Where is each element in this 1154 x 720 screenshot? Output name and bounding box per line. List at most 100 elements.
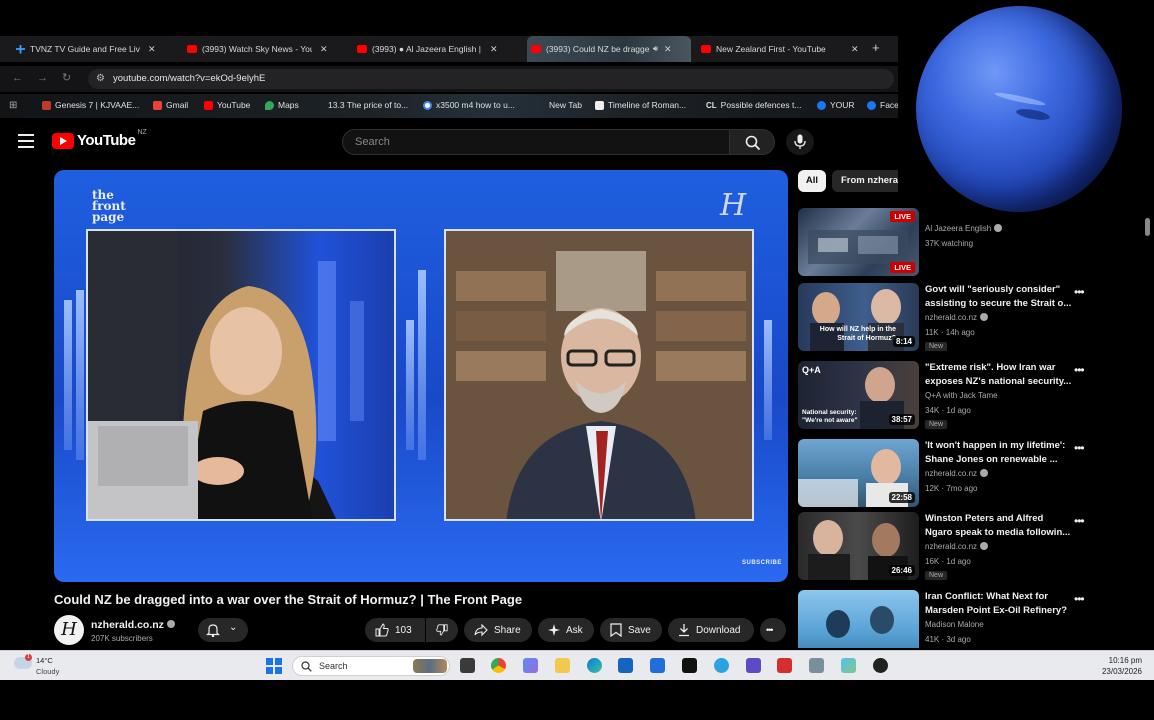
bookmark-face[interactable]: Face — [867, 100, 899, 110]
facebook-icon — [817, 100, 826, 110]
url-field[interactable]: ⚙ youtube.com/watch?v=ekOd-9elyhE — [88, 69, 894, 89]
recommendation-item[interactable]: How will NZ help in the Strait of Hormuz… — [798, 283, 1148, 353]
ask-button[interactable]: Ask — [538, 618, 594, 642]
close-tab-icon[interactable]: ✕ — [148, 44, 156, 55]
tab-could-nz-active[interactable]: (3993) Could NZ be dragge 🔊︎ ✕ — [527, 36, 691, 62]
file-explorer-icon[interactable] — [555, 658, 570, 673]
forward-icon[interactable]: → — [37, 72, 48, 84]
tab-nz-first[interactable]: New Zealand First - YouTube ✕ — [701, 36, 859, 62]
dislike-button[interactable] — [426, 618, 458, 642]
taskbar-search[interactable]: Search — [292, 656, 450, 676]
bookmark-x3500[interactable]: x3500 m4 how to u... — [423, 100, 515, 110]
bookmark-price[interactable]: 13.3 The price of to... — [328, 100, 408, 110]
close-tab-icon[interactable]: ✕ — [490, 44, 498, 55]
back-icon[interactable]: ← — [12, 72, 23, 84]
live-badge-top: LIVE — [890, 211, 915, 222]
menu-icon[interactable] — [18, 134, 34, 148]
outlook-icon[interactable] — [618, 658, 633, 673]
like-button[interactable]: 103 — [365, 618, 425, 642]
obs-icon[interactable] — [873, 658, 888, 673]
recommendation-item[interactable]: Iran Conflict: What Next for Marsden Poi… — [798, 590, 1148, 648]
channel-name[interactable]: nzherald.co.nz — [91, 619, 175, 631]
share-label: Share — [494, 624, 521, 636]
recommendation-item[interactable]: 26:46 Winston Peters and Alfred Ngaro sp… — [798, 512, 1148, 582]
verified-icon — [994, 223, 1003, 232]
bookmark-label: x3500 m4 how to u... — [436, 100, 515, 110]
bookmark-maps[interactable]: Maps — [265, 100, 299, 110]
more-options-icon[interactable]: ••• — [1074, 363, 1085, 377]
tab-title: (3993) Could NZ be dragge — [546, 44, 650, 54]
maps-pin-icon — [265, 100, 274, 110]
tab-title: New Zealand First - YouTube — [716, 44, 826, 54]
bookmark-possible-defences[interactable]: CL Possible defences t... — [706, 100, 801, 110]
close-tab-icon[interactable]: ✕ — [851, 44, 859, 55]
search-button[interactable] — [729, 129, 775, 155]
share-button[interactable]: Share — [464, 618, 532, 642]
tab-al-jazeera[interactable]: (3993) ● Al Jazeera English | Li ✕ — [357, 36, 521, 62]
weather-description[interactable]: Cloudy — [36, 667, 59, 676]
reload-icon[interactable]: ↻ — [62, 71, 71, 84]
voice-search-button[interactable] — [786, 129, 814, 155]
subscriber-count: 207K subscribers — [91, 634, 153, 643]
photos-icon[interactable] — [841, 658, 856, 673]
tab-sky-news[interactable]: (3993) Watch Sky News - YouTu ✕ — [187, 36, 328, 62]
more-options-icon[interactable]: ••• — [1074, 592, 1085, 606]
bookmark-timeline[interactable]: Timeline of Roman... — [595, 100, 686, 110]
game-controller-icon[interactable] — [809, 658, 824, 673]
copilot-icon[interactable] — [523, 658, 538, 673]
verified-icon — [980, 541, 989, 550]
recommendation-item[interactable]: 22:58 'It won't happen in my lifetime': … — [798, 439, 1148, 509]
more-options-icon[interactable]: ••• — [1074, 441, 1085, 455]
weather-temperature[interactable]: 14°C — [36, 656, 53, 665]
youtube-logo[interactable]: YouTube NZ — [52, 129, 147, 149]
search-input[interactable]: Search — [342, 129, 730, 155]
chip-from-nzherald[interactable]: From nzherald — [832, 170, 898, 192]
channel-avatar[interactable]: H — [54, 615, 84, 645]
bookmark-gmail[interactable]: Gmail — [153, 100, 188, 110]
clock-date[interactable]: 23/03/2026 — [1092, 667, 1142, 676]
recommendation-item[interactable]: Q+A National security: "We're not aware"… — [798, 361, 1148, 431]
recommendation-item[interactable]: LIVE LIVE Al Jazeera English 37K watchin… — [798, 208, 1148, 278]
bookmark-genesis[interactable]: Genesis 7 | KJVAAE... — [42, 100, 139, 110]
task-view-icon[interactable] — [460, 658, 475, 673]
subscribe-watermark[interactable]: SUBSCRIBE — [742, 560, 782, 566]
app-icon[interactable] — [746, 658, 761, 673]
download-button[interactable]: Download — [668, 618, 754, 642]
bookmark-new-tab[interactable]: New Tab — [549, 100, 582, 110]
bookmark-youtube[interactable]: YouTube — [204, 100, 250, 110]
terminal-icon[interactable] — [682, 658, 697, 673]
tab-tvnz[interactable]: TVNZ TV Guide and Free Live T ✕ — [16, 36, 156, 62]
apps-grid-icon[interactable]: ⊞ — [9, 100, 17, 111]
gmail-icon — [153, 100, 162, 110]
more-options-icon[interactable]: ••• — [1074, 285, 1085, 299]
video-player[interactable]: the front page H SUBSCRIBE — [54, 170, 788, 582]
chrome-icon[interactable] — [491, 658, 506, 673]
speaker-icon[interactable]: 🔊︎ — [653, 44, 658, 54]
calendar-icon[interactable] — [650, 658, 665, 673]
bookmark-your[interactable]: YOUR — [817, 100, 855, 110]
sidebar-scrollbar[interactable] — [1145, 218, 1150, 236]
bookmark-label: YOUR — [830, 100, 855, 110]
bookmark-label: Face — [880, 100, 899, 110]
chip-all[interactable]: All — [798, 170, 826, 192]
youtube-icon — [204, 100, 213, 110]
notification-bell-button[interactable]: ⌄ — [198, 618, 248, 642]
acrobat-icon[interactable] — [777, 658, 792, 673]
telegram-icon[interactable] — [714, 658, 729, 673]
edge-icon[interactable] — [587, 658, 602, 673]
rec-meta: 16K · 1d ago — [925, 557, 971, 566]
save-label: Save — [628, 624, 651, 636]
more-options-icon[interactable]: ••• — [1074, 514, 1085, 528]
close-tab-icon[interactable]: ✕ — [320, 44, 328, 55]
save-button[interactable]: Save — [600, 618, 662, 642]
tab-title: (3993) Watch Sky News - YouTu — [202, 44, 312, 54]
download-icon — [679, 624, 689, 637]
clock-time[interactable]: 10:16 pm — [1100, 656, 1142, 665]
cl-icon: CL — [706, 100, 717, 110]
new-tab-button[interactable]: + — [872, 40, 880, 55]
close-tab-icon[interactable]: ✕ — [664, 44, 672, 55]
windows-start-button[interactable] — [266, 658, 282, 674]
duration-badge: 38:57 — [888, 414, 915, 425]
site-info-icon[interactable]: ⚙ — [96, 73, 105, 84]
more-actions-button[interactable]: ••• — [760, 618, 786, 642]
